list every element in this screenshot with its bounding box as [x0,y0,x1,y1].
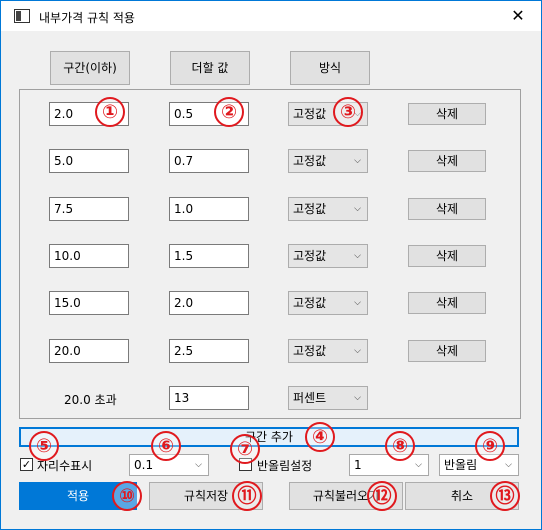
delete-row-button[interactable]: 삭제 [408,150,486,172]
title-bar: 내부가격 규칙 적용 ✕ [1,1,541,31]
method-select-value: 고정값 [293,202,327,216]
chevron-down-icon: ⌵ [354,393,361,403]
range-input[interactable]: 20.0 [49,339,129,363]
add-value-input[interactable]: 1.0 [169,197,249,221]
decimal-places-value: 0.1 [134,458,154,472]
add-value-input[interactable]: 0.7 [169,149,249,173]
chevron-down-icon: ⌵ [505,460,512,470]
rounding-mode-select[interactable]: 반올림 ⌵ [439,454,519,476]
callout-6: ⑥ [151,431,181,461]
add-value-input[interactable]: 2.0 [169,291,249,315]
method-select[interactable]: 고정값 ⌵ [288,197,368,221]
chevron-down-icon: ⌵ [354,204,361,214]
callout-1: ① [95,97,125,127]
chevron-down-icon: ⌵ [354,346,361,356]
close-icon[interactable]: ✕ [495,1,541,31]
callout-13: ⑬ [490,481,520,511]
callout-8: ⑧ [385,431,415,461]
delete-row-button[interactable]: 삭제 [408,292,486,314]
callout-9: ⑨ [475,431,505,461]
delete-row-button[interactable]: 삭제 [408,198,486,220]
method-select[interactable]: 고정값 ⌵ [288,291,368,315]
window-title: 내부가격 규칙 적용 [39,11,135,25]
method-select[interactable]: 고정값 ⌵ [288,244,368,268]
add-section-button[interactable]: 구간 추가 [19,427,519,447]
rounding-mode-value: 반올림 [444,458,478,472]
delete-row-button[interactable]: 삭제 [408,245,486,267]
add-value-input[interactable]: 2.5 [169,339,249,363]
rule-dialog-window: 내부가격 규칙 적용 ✕ 구간(이하) 더할 값 방식 2.0 0.5 고정값 ⌵… [0,0,542,530]
rounding-digits-value: 1 [354,458,362,472]
callout-10: ⑩ [112,481,142,511]
range-input[interactable]: 15.0 [49,291,129,315]
method-select-value: 퍼센트 [293,391,327,405]
chevron-down-icon: ⌵ [195,460,202,470]
chevron-down-icon: ⌵ [354,156,361,166]
range-input[interactable]: 5.0 [49,149,129,173]
range-input[interactable]: 10.0 [49,244,129,268]
callout-3: ③ [333,97,363,127]
add-value-input[interactable]: 1.5 [169,244,249,268]
chevron-down-icon: ⌵ [354,298,361,308]
app-window-icon [14,9,30,23]
method-select[interactable]: 고정값 ⌵ [288,339,368,363]
add-value-header-button[interactable]: 더할 값 [170,51,250,85]
decimal-display-checkbox[interactable]: ✓ [20,458,33,471]
method-header-button[interactable]: 방식 [290,51,370,85]
callout-12: ⑫ [367,481,397,511]
rounding-digits-select[interactable]: 1 ⌵ [349,454,429,476]
method-select-value: 고정값 [293,107,327,121]
method-select-value: 고정값 [293,154,327,168]
callout-2: ② [214,97,244,127]
method-select[interactable]: 고정값 ⌵ [288,149,368,173]
range-header-button[interactable]: 구간(이하) [50,51,130,85]
callout-4: ④ [305,422,335,452]
check-icon: ✓ [21,458,32,471]
delete-row-button[interactable]: 삭제 [408,103,486,125]
overflow-add-value-input[interactable]: 13 [169,386,249,410]
delete-row-button[interactable]: 삭제 [408,340,486,362]
chevron-down-icon: ⌵ [354,251,361,261]
method-select-value: 고정값 [293,249,327,263]
rounding-label: 반올림설정 [257,459,313,473]
range-input[interactable]: 7.5 [49,197,129,221]
callout-11: ⑪ [232,481,262,511]
callout-7: ⑦ [230,434,260,464]
method-select-value: 고정값 [293,296,327,310]
callout-5: ⑤ [29,431,59,461]
method-select-value: 고정값 [293,344,327,358]
overflow-range-label: 20.0 초과 [64,393,117,407]
chevron-down-icon: ⌵ [415,460,422,470]
overflow-method-select[interactable]: 퍼센트 ⌵ [288,386,368,410]
